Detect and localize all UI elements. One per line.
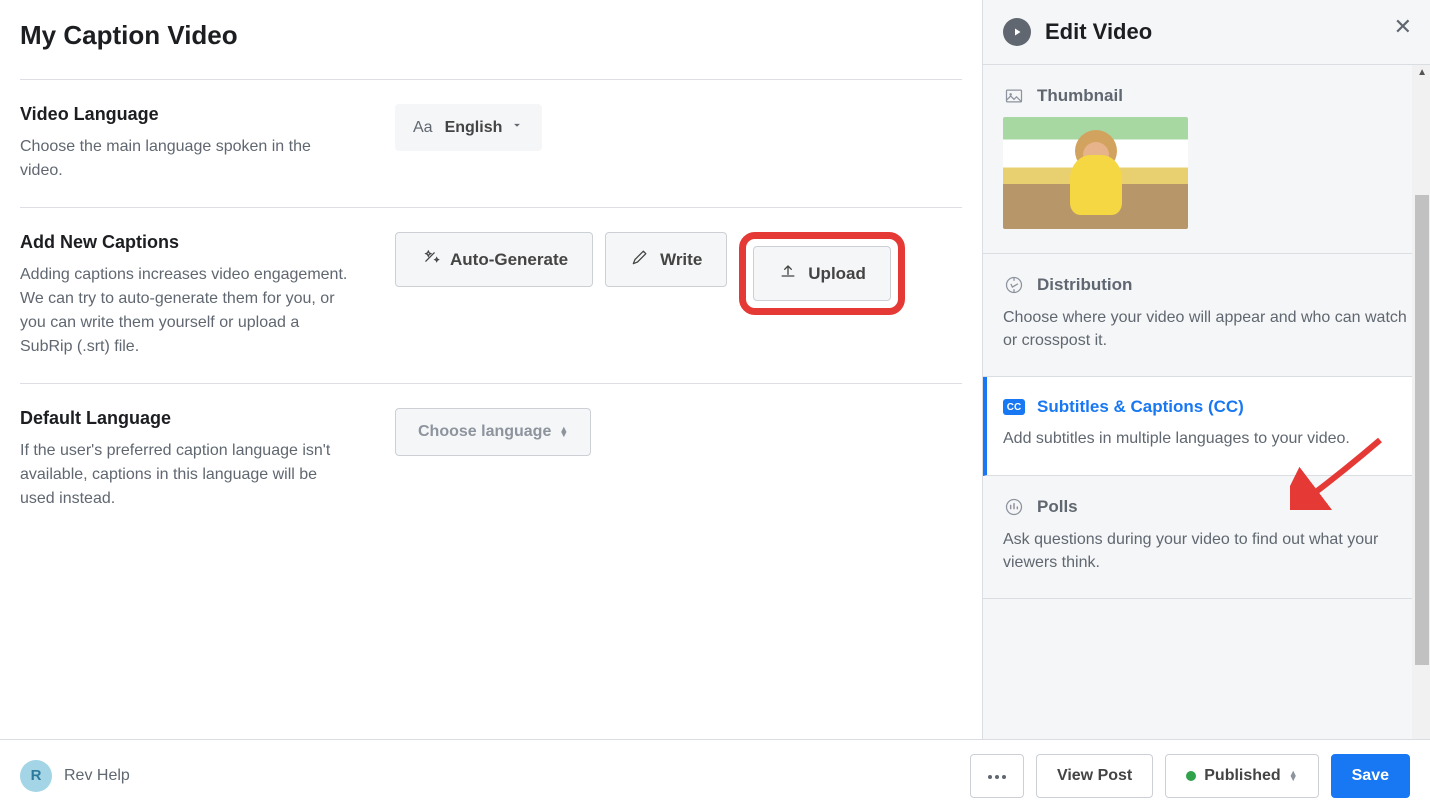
- distribution-desc: Choose where your video will appear and …: [1003, 306, 1410, 352]
- image-icon: [1003, 85, 1025, 107]
- upload-button[interactable]: Upload: [753, 246, 891, 301]
- upload-highlight: Upload: [739, 232, 905, 315]
- save-label: Save: [1352, 767, 1389, 785]
- section-video-language: Video Language Choose the main language …: [20, 79, 962, 207]
- sidebar-item-polls[interactable]: Polls Ask questions during your video to…: [983, 476, 1430, 599]
- sidebar-title: Edit Video: [1045, 19, 1152, 45]
- upload-icon: [778, 261, 798, 286]
- close-icon: ✕: [1394, 14, 1412, 39]
- video-language-dropdown[interactable]: Aa English: [395, 104, 542, 151]
- auto-generate-label: Auto-Generate: [450, 250, 568, 270]
- close-button[interactable]: ✕: [1394, 14, 1412, 40]
- upload-label: Upload: [808, 264, 866, 284]
- sidebar-header: Edit Video ✕: [983, 0, 1430, 65]
- distribution-icon: [1003, 274, 1025, 296]
- default-language-placeholder: Choose language: [418, 423, 551, 441]
- pencil-icon: [630, 247, 650, 272]
- aa-icon: Aa: [413, 119, 433, 137]
- wand-icon: [420, 247, 440, 272]
- published-dropdown[interactable]: Published ▲▼: [1165, 754, 1318, 798]
- chevron-down-icon: [510, 118, 524, 137]
- default-language-heading: Default Language: [20, 408, 355, 429]
- sort-icon: ▲▼: [559, 427, 568, 437]
- polls-icon: [1003, 496, 1025, 518]
- default-language-desc: If the user's preferred caption language…: [20, 439, 355, 511]
- add-captions-heading: Add New Captions: [20, 232, 355, 253]
- scroll-up-icon: ▲: [1417, 67, 1427, 78]
- add-captions-desc: Adding captions increases video engageme…: [20, 263, 355, 359]
- video-language-heading: Video Language: [20, 104, 355, 125]
- section-default-language: Default Language If the user's preferred…: [20, 383, 962, 535]
- auto-generate-button[interactable]: Auto-Generate: [395, 232, 593, 287]
- save-button[interactable]: Save: [1331, 754, 1410, 798]
- ellipsis-icon: [987, 767, 1007, 785]
- sidebar-item-subtitles[interactable]: CC Subtitles & Captions (CC) Add subtitl…: [983, 377, 1430, 475]
- subtitles-label: Subtitles & Captions (CC): [1037, 397, 1244, 417]
- account-name: Rev Help: [64, 767, 130, 785]
- view-post-label: View Post: [1057, 767, 1132, 785]
- scrollbar[interactable]: ▲ ▼: [1412, 65, 1430, 811]
- sidebar-body: Thumbnail Distribution Choose where your…: [983, 65, 1430, 811]
- video-language-desc: Choose the main language spoken in the v…: [20, 135, 355, 183]
- cc-icon: CC: [1003, 399, 1025, 415]
- subtitles-desc: Add subtitles in multiple languages to y…: [1003, 427, 1410, 450]
- sidebar-item-thumbnail[interactable]: Thumbnail: [983, 65, 1430, 254]
- write-label: Write: [660, 250, 702, 270]
- thumbnail-image: [1003, 117, 1188, 229]
- sort-icon: ▲▼: [1289, 771, 1298, 781]
- sidebar-item-distribution[interactable]: Distribution Choose where your video wil…: [983, 254, 1430, 377]
- view-post-button[interactable]: View Post: [1036, 754, 1153, 798]
- default-language-dropdown[interactable]: Choose language ▲▼: [395, 408, 591, 456]
- play-icon: [1003, 18, 1031, 46]
- polls-desc: Ask questions during your video to find …: [1003, 528, 1410, 574]
- page-title: My Caption Video: [20, 20, 962, 51]
- scrollbar-thumb[interactable]: [1415, 195, 1429, 665]
- section-add-captions: Add New Captions Adding captions increas…: [20, 207, 962, 383]
- sidebar: Edit Video ✕ Thumbnail: [982, 0, 1430, 811]
- footer: R Rev Help View Post Published ▲▼ Save: [0, 739, 1430, 811]
- main-content: My Caption Video Video Language Choose t…: [0, 0, 982, 811]
- thumbnail-label: Thumbnail: [1037, 86, 1123, 106]
- published-label: Published: [1204, 767, 1280, 785]
- distribution-label: Distribution: [1037, 275, 1132, 295]
- more-button[interactable]: [970, 754, 1024, 798]
- write-button[interactable]: Write: [605, 232, 727, 287]
- polls-label: Polls: [1037, 497, 1078, 517]
- video-language-selected: English: [445, 119, 503, 137]
- avatar[interactable]: R: [20, 760, 52, 792]
- status-dot-icon: [1186, 771, 1196, 781]
